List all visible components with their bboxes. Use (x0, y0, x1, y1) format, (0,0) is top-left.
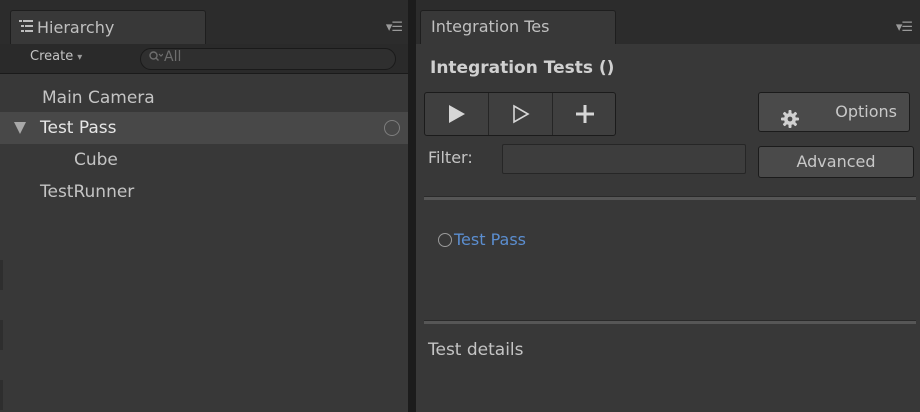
tab-hierarchy[interactable]: Hierarchy (10, 10, 206, 44)
tab-menu-icon[interactable]: ▾☰ (896, 20, 913, 35)
panel-edge-marks (0, 260, 3, 410)
test-details-title: Test details (428, 340, 524, 360)
search-placeholder: All (164, 49, 182, 65)
options-button[interactable]: Options (758, 92, 910, 132)
hierarchy-item-testrunner[interactable]: TestRunner (0, 176, 408, 208)
hierarchy-item-label: Cube (74, 150, 118, 170)
details-splitter[interactable] (424, 320, 916, 324)
integration-tabstrip: Integration Tes ▾☰ (416, 0, 920, 44)
hierarchy-item-test-pass[interactable]: Test Pass (0, 112, 408, 144)
hierarchy-item-label: Test Pass (40, 118, 117, 138)
list-icon (19, 17, 33, 32)
page-title: Integration Tests () (430, 58, 615, 78)
tab-integration-tests[interactable]: Integration Tes (420, 10, 616, 44)
tab-integration-tests-label: Integration Tes (431, 17, 550, 36)
add-test-button[interactable] (553, 93, 615, 135)
filter-input[interactable] (502, 144, 746, 174)
play-outline-icon (513, 104, 530, 124)
chevron-down-icon: ▾ (77, 52, 83, 63)
options-button-label: Options (835, 102, 897, 121)
hierarchy-item-label: TestRunner (40, 182, 135, 202)
gear-icon (781, 104, 799, 142)
search-input[interactable]: All (140, 48, 396, 70)
run-all-button[interactable] (425, 93, 489, 135)
play-filled-icon (449, 105, 465, 123)
circle-outline-icon (384, 120, 400, 136)
circle-outline-icon (438, 233, 452, 247)
test-list-item-label: Test Pass (454, 230, 526, 249)
create-button[interactable]: Create ▾ (30, 49, 82, 69)
advanced-button[interactable]: Advanced (758, 146, 914, 178)
test-list-item[interactable]: Test Pass (438, 230, 526, 249)
hierarchy-item-main-camera[interactable]: Main Camera (0, 82, 408, 114)
run-selected-button[interactable] (489, 93, 553, 135)
create-button-label: Create (30, 49, 74, 64)
foldout-arrow-icon[interactable] (14, 122, 26, 134)
panel-splitter[interactable] (408, 0, 416, 412)
hierarchy-item-cube[interactable]: Cube (0, 144, 408, 176)
hierarchy-item-label: Main Camera (42, 88, 155, 108)
hierarchy-panel: Hierarchy ▾☰ Create ▾ All Main Camera Tes… (0, 0, 408, 412)
integration-tests-panel: Integration Tes ▾☰ Integration Tests () (416, 0, 920, 412)
divider (424, 196, 916, 200)
run-button-group (424, 92, 616, 136)
search-icon (149, 51, 164, 67)
plus-icon (576, 105, 594, 123)
tab-menu-icon[interactable]: ▾☰ (386, 20, 403, 35)
hierarchy-tabstrip: Hierarchy ▾☰ (0, 0, 408, 44)
hierarchy-toolbar: Create ▾ All (0, 44, 408, 74)
tab-hierarchy-label: Hierarchy (37, 18, 115, 37)
filter-label: Filter: (428, 148, 473, 167)
